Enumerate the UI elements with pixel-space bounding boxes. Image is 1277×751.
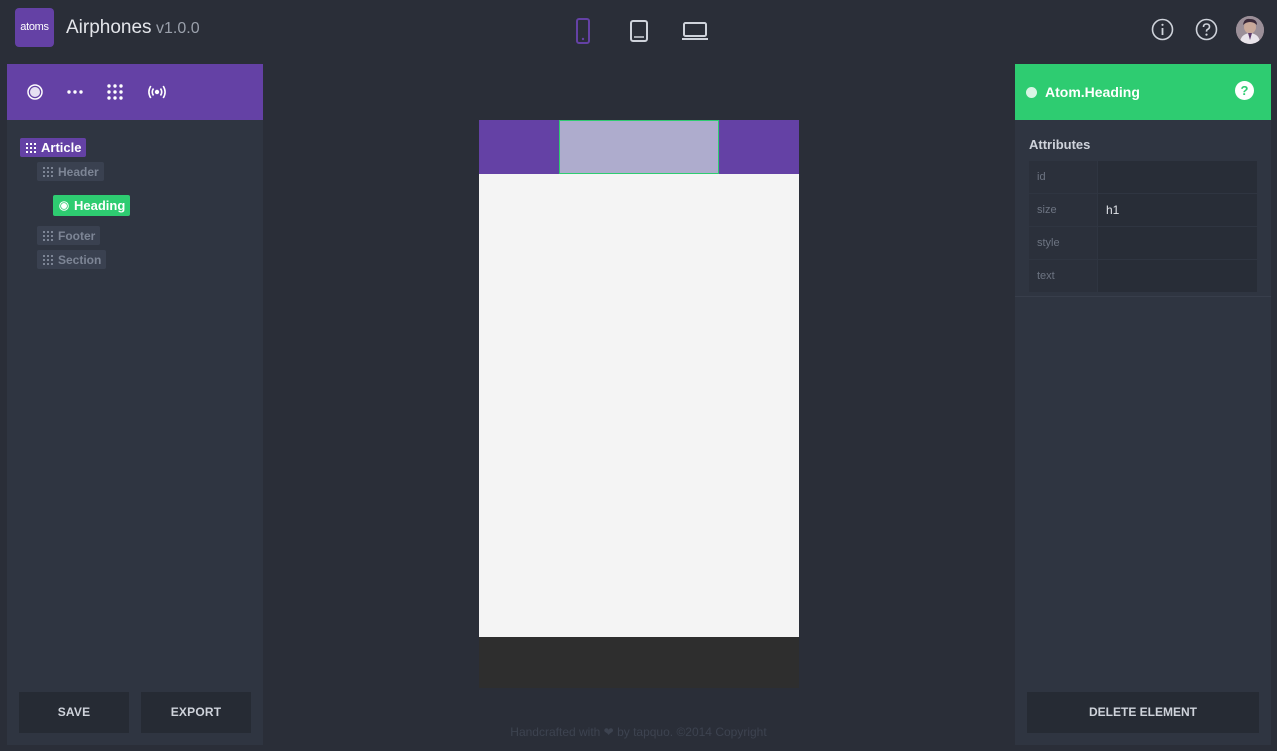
attribute-row: text — [1029, 260, 1257, 292]
grid-icon — [43, 254, 53, 265]
top-bar: atoms Airphones v1.0.0 — [0, 0, 1277, 56]
phone-view-icon[interactable] — [574, 18, 592, 44]
attribute-row: style — [1029, 227, 1257, 259]
attribute-key: id — [1029, 161, 1097, 193]
element-type-toolbar — [7, 64, 263, 120]
attribute-key: text — [1029, 260, 1097, 292]
canvas-footer-block[interactable] — [479, 637, 799, 688]
attributes-table: id size h1 style text — [1029, 161, 1257, 293]
grid-icon — [26, 142, 36, 153]
tree-node-heading[interactable]: Heading — [53, 195, 131, 216]
delete-element-button[interactable]: DELETE ELEMENT — [1027, 692, 1259, 733]
tree-node-label: Article — [41, 140, 82, 155]
atom-icon — [59, 200, 69, 211]
attribute-size-input[interactable]: h1 — [1098, 194, 1257, 226]
app-title: Airphones — [66, 17, 152, 38]
template-icon[interactable] — [147, 82, 167, 102]
tree-node-footer[interactable]: Footer — [37, 226, 101, 245]
tree-node-header[interactable]: Header — [37, 162, 104, 181]
attribute-row: id — [1029, 161, 1257, 193]
molecule-icon[interactable] — [65, 82, 85, 102]
laptop-view-icon[interactable] — [681, 18, 709, 44]
organism-icon[interactable] — [105, 82, 125, 102]
attribute-style-input[interactable] — [1098, 227, 1257, 259]
attribute-row: size h1 — [1029, 194, 1257, 226]
attribute-key: style — [1029, 227, 1097, 259]
tablet-view-icon[interactable] — [629, 18, 649, 44]
tree-node-label: Section — [58, 252, 102, 267]
inspector-panel: Atom.Heading ? Attributes id size h1 sty… — [1015, 64, 1271, 745]
help-icon[interactable] — [1195, 18, 1218, 41]
attribute-id-input[interactable] — [1098, 161, 1257, 193]
atom-icon[interactable] — [25, 82, 45, 102]
inspector-title: Atom.Heading — [1045, 84, 1140, 100]
app-version: v1.0.0 — [156, 20, 200, 37]
inspector-header: Atom.Heading ? — [1015, 64, 1271, 120]
avatar[interactable] — [1236, 16, 1264, 44]
tree-node-label: Footer — [58, 228, 96, 243]
tree-node-article[interactable]: Article — [20, 138, 87, 157]
info-icon[interactable] — [1151, 18, 1174, 41]
atom-icon — [1026, 87, 1037, 98]
divider — [1015, 296, 1271, 297]
tree-node-label: Heading — [74, 198, 126, 213]
attribute-key: size — [1029, 194, 1097, 226]
app-logo[interactable]: atoms — [15, 8, 54, 47]
tree-node-label: Header — [58, 164, 99, 179]
preview-canvas[interactable] — [479, 120, 799, 688]
attributes-heading: Attributes — [1029, 137, 1091, 152]
tree-node-section[interactable]: Section — [37, 250, 107, 269]
structure-panel: Article Header Heading Footer Section SA… — [7, 64, 263, 745]
grid-icon — [43, 230, 53, 241]
grid-icon — [43, 166, 53, 177]
canvas-heading-selected[interactable] — [559, 120, 719, 174]
attribute-text-input[interactable] — [1098, 260, 1257, 292]
help-icon[interactable]: ? — [1235, 81, 1254, 100]
